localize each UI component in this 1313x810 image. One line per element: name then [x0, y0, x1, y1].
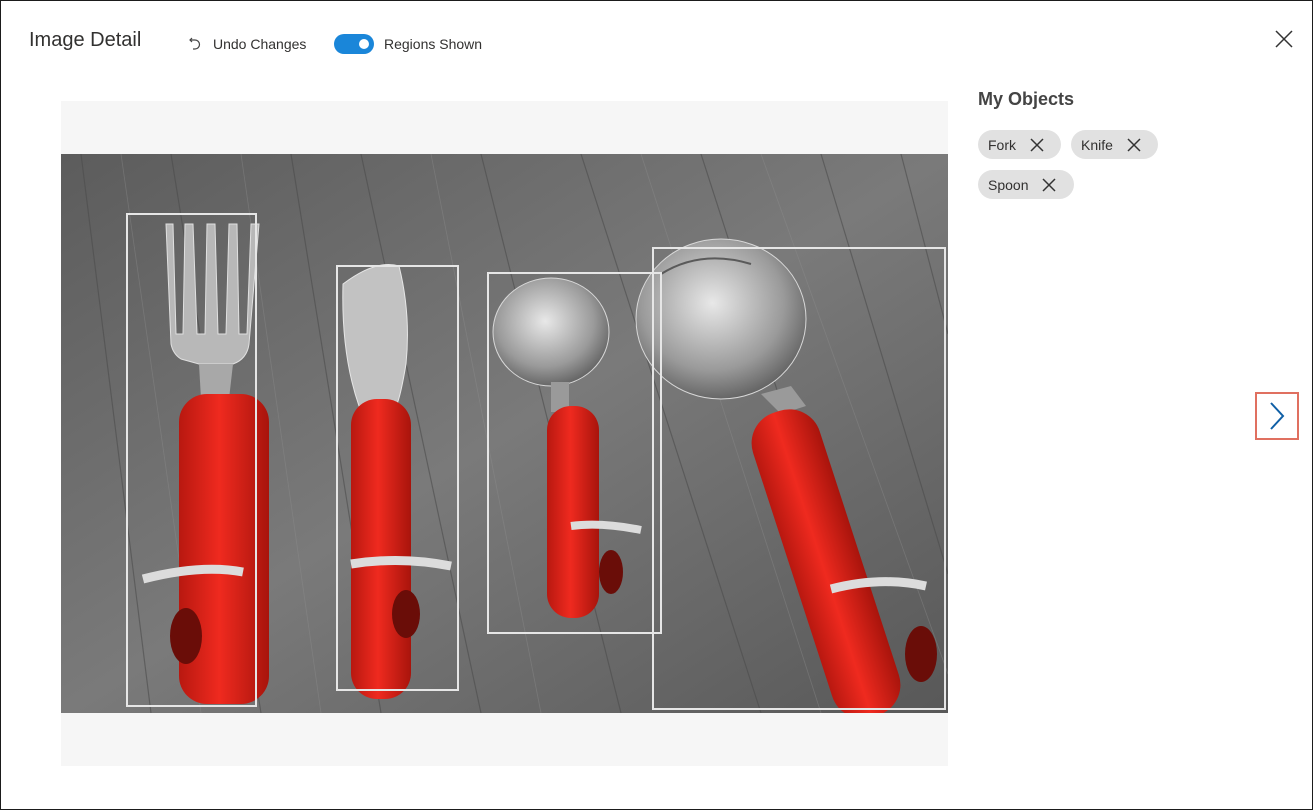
regions-shown-toggle[interactable]: Regions Shown [334, 34, 482, 54]
remove-tag-button[interactable] [1042, 177, 1057, 192]
toggle-knob [359, 39, 369, 49]
region-box-fork[interactable] [126, 213, 257, 707]
remove-tag-button[interactable] [1030, 137, 1044, 152]
toggle-switch[interactable] [334, 34, 374, 54]
image-detail-dialog: Image Detail Undo Changes Regions Shown [0, 0, 1313, 810]
close-button[interactable] [1273, 28, 1295, 50]
undo-changes-label: Undo Changes [213, 36, 307, 52]
cutlery-photo [61, 154, 948, 713]
close-icon [1030, 137, 1044, 152]
close-icon [1127, 137, 1141, 152]
my-objects-heading: My Objects [978, 89, 1075, 109]
undo-changes-button[interactable]: Undo Changes [187, 34, 306, 54]
tag-label: Spoon [988, 176, 1029, 193]
close-icon [1275, 30, 1293, 48]
region-box-small-spoon[interactable] [487, 272, 662, 634]
tag-label: Fork [988, 136, 1016, 153]
region-box-large-spoon[interactable] [652, 247, 946, 710]
tag-chip-spoon: Spoon [978, 170, 1074, 199]
toggle-label: Regions Shown [384, 36, 483, 52]
tag-chip-knife: Knife [1071, 130, 1158, 159]
image-preview-area [61, 101, 948, 766]
tag-label: Knife [1081, 136, 1113, 153]
next-image-button[interactable] [1255, 392, 1299, 440]
close-icon [1042, 177, 1057, 192]
remove-tag-button[interactable] [1127, 137, 1141, 152]
region-box-knife[interactable] [336, 265, 459, 691]
chevron-right-icon [1270, 402, 1285, 430]
tag-chip-fork: Fork [978, 130, 1061, 159]
undo-icon [189, 37, 201, 50]
dialog-title: Image Detail [29, 29, 142, 51]
